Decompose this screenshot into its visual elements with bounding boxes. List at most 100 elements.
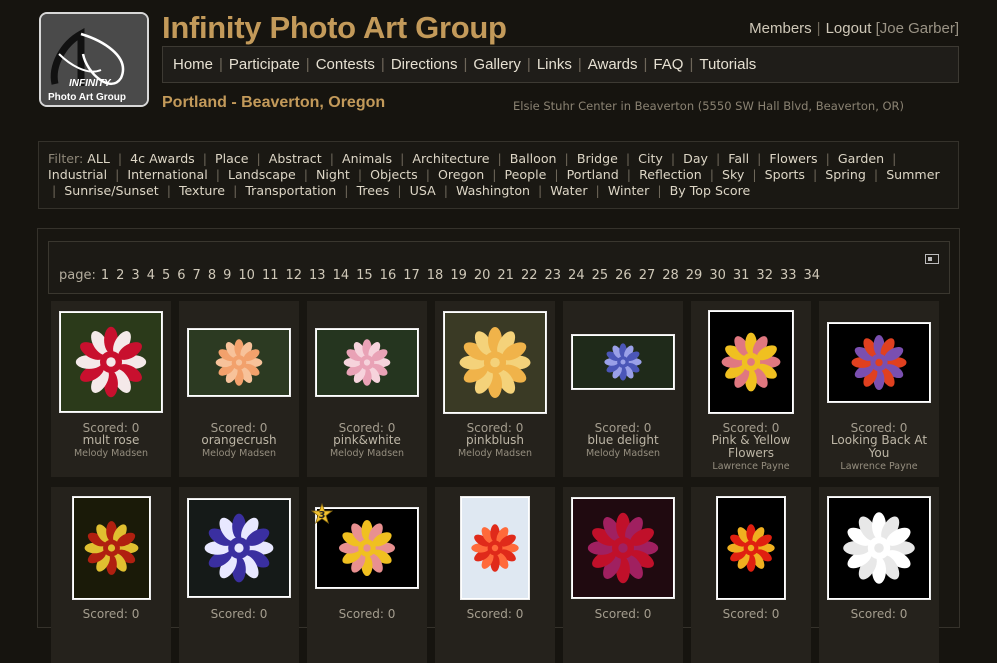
nav-awards[interactable]: Awards [588, 56, 638, 73]
photo-title[interactable]: blue delight [563, 434, 683, 447]
filter-place[interactable]: Place [215, 151, 248, 166]
page-link-7[interactable]: 7 [193, 268, 201, 283]
photo-card[interactable]: Scored: 0 3 [307, 487, 427, 663]
page-link-20[interactable]: 20 [474, 268, 491, 283]
page-link-4[interactable]: 4 [147, 268, 155, 283]
photo-author[interactable]: Melody Madsen [435, 447, 555, 460]
filter-balloon[interactable]: Balloon [510, 151, 557, 166]
white-daisies-photo[interactable] [827, 496, 931, 600]
red-gerbera-photo[interactable] [716, 496, 786, 600]
photo-author[interactable]: Melody Madsen [563, 447, 683, 460]
nav-links[interactable]: Links [537, 56, 572, 73]
filter-fall[interactable]: Fall [728, 151, 749, 166]
photo-title[interactable]: orangecrush [179, 434, 299, 447]
nav-home[interactable]: Home [173, 56, 213, 73]
filter-abstract[interactable]: Abstract [269, 151, 322, 166]
filter-animals[interactable]: Animals [342, 151, 392, 166]
photo-author[interactable]: Lawrence Payne [819, 460, 939, 473]
page-link-12[interactable]: 12 [285, 268, 302, 283]
filter-transportation[interactable]: Transportation [245, 183, 336, 198]
page-link-14[interactable]: 14 [333, 268, 350, 283]
filter-washington[interactable]: Washington [456, 183, 530, 198]
photo-card[interactable]: Scored: 0 [51, 487, 171, 663]
page-link-30[interactable]: 30 [709, 268, 726, 283]
red-white-rose-photo[interactable] [59, 311, 163, 413]
page-link-19[interactable]: 19 [450, 268, 467, 283]
photo-card[interactable]: Scored: 0 blue delight Melody Madsen [563, 301, 683, 477]
daisies-photo[interactable] [827, 321, 931, 403]
page-link-2[interactable]: 2 [116, 268, 124, 283]
pitcher-plant-photo[interactable] [71, 496, 151, 600]
filter-garden[interactable]: Garden [838, 151, 884, 166]
orange-rose-photo[interactable] [187, 327, 291, 397]
photo-card[interactable]: Scored: 0 Looking Back At You Lawrence Pa… [819, 301, 939, 477]
photo-card[interactable]: Scored: 0 [691, 487, 811, 663]
page-link-18[interactable]: 18 [427, 268, 444, 283]
page-link-31[interactable]: 31 [733, 268, 750, 283]
photo-title[interactable]: Looking Back At You [819, 434, 939, 460]
filter-portland[interactable]: Portland [567, 167, 619, 182]
photo-title[interactable]: mult rose [51, 434, 171, 447]
filter-by-top-score[interactable]: By Top Score [670, 183, 751, 198]
page-link-23[interactable]: 23 [545, 268, 562, 283]
photo-author[interactable]: Melody Madsen [179, 447, 299, 460]
photo-title[interactable]: pink&white [307, 434, 427, 447]
page-link-24[interactable]: 24 [568, 268, 585, 283]
page-link-3[interactable]: 3 [131, 268, 139, 283]
page-link-29[interactable]: 29 [686, 268, 703, 283]
nav-contests[interactable]: Contests [316, 56, 375, 73]
filter-bridge[interactable]: Bridge [577, 151, 618, 166]
nav-faq[interactable]: FAQ [653, 56, 683, 73]
nav-gallery[interactable]: Gallery [473, 56, 521, 73]
nav-participate[interactable]: Participate [229, 56, 300, 73]
page-link-11[interactable]: 11 [262, 268, 279, 283]
page-link-6[interactable]: 6 [177, 268, 185, 283]
photo-card[interactable]: Scored: 0 [179, 487, 299, 663]
filter-usa[interactable]: USA [410, 183, 436, 198]
photo-title[interactable]: pinkblush [435, 434, 555, 447]
page-link-21[interactable]: 21 [497, 268, 514, 283]
filter-architecture[interactable]: Architecture [412, 151, 489, 166]
page-link-28[interactable]: 28 [662, 268, 679, 283]
pink-yellow-flowers-photo[interactable] [708, 310, 794, 414]
photo-card[interactable]: Scored: 0 pinkblush Melody Madsen [435, 301, 555, 477]
blue-daisy-photo[interactable] [187, 498, 291, 598]
page-link-17[interactable]: 17 [403, 268, 420, 283]
filter-day[interactable]: Day [683, 151, 708, 166]
filter-sports[interactable]: Sports [765, 167, 805, 182]
page-link-8[interactable]: 8 [208, 268, 216, 283]
photo-card[interactable]: Scored: 0 pink&white Melody Madsen [307, 301, 427, 477]
page-link-16[interactable]: 16 [380, 268, 397, 283]
page-link-13[interactable]: 13 [309, 268, 326, 283]
page-link-25[interactable]: 25 [592, 268, 609, 283]
photo-card[interactable]: Scored: 0 [819, 487, 939, 663]
view-toggle-icon[interactable] [925, 254, 939, 264]
filter-summer[interactable]: Summer [886, 167, 939, 182]
filter-industrial[interactable]: Industrial [48, 167, 107, 182]
photo-author[interactable]: Melody Madsen [307, 447, 427, 460]
filter-city[interactable]: City [638, 151, 663, 166]
page-link-1[interactable]: 1 [101, 268, 109, 283]
photo-card[interactable]: Scored: 0 Pink & Yellow Flowers Lawrence … [691, 301, 811, 477]
filter-oregon[interactable]: Oregon [438, 167, 484, 182]
page-link-9[interactable]: 9 [223, 268, 231, 283]
red-dahlia-photo[interactable] [460, 496, 530, 600]
pink-rose-photo[interactable] [315, 327, 419, 397]
nav-directions[interactable]: Directions [391, 56, 458, 73]
filter-night[interactable]: Night [316, 167, 350, 182]
filter-reflection[interactable]: Reflection [639, 167, 702, 182]
page-link-15[interactable]: 15 [356, 268, 373, 283]
photo-title[interactable]: Pink & Yellow Flowers [691, 434, 811, 460]
filter-landscape[interactable]: Landscape [228, 167, 296, 182]
page-link-32[interactable]: 32 [756, 268, 773, 283]
yellow-rose-photo[interactable] [443, 310, 547, 414]
page-link-10[interactable]: 10 [238, 268, 255, 283]
magenta-dahlia-photo[interactable] [571, 497, 675, 599]
page-link-34[interactable]: 34 [804, 268, 821, 283]
blue-clematis-photo[interactable] [571, 334, 675, 390]
filter-all[interactable]: ALL [87, 151, 110, 166]
page-link-27[interactable]: 27 [639, 268, 656, 283]
logout-link[interactable]: Logout [826, 20, 872, 37]
filter-spring[interactable]: Spring [825, 167, 866, 182]
page-link-33[interactable]: 33 [780, 268, 797, 283]
